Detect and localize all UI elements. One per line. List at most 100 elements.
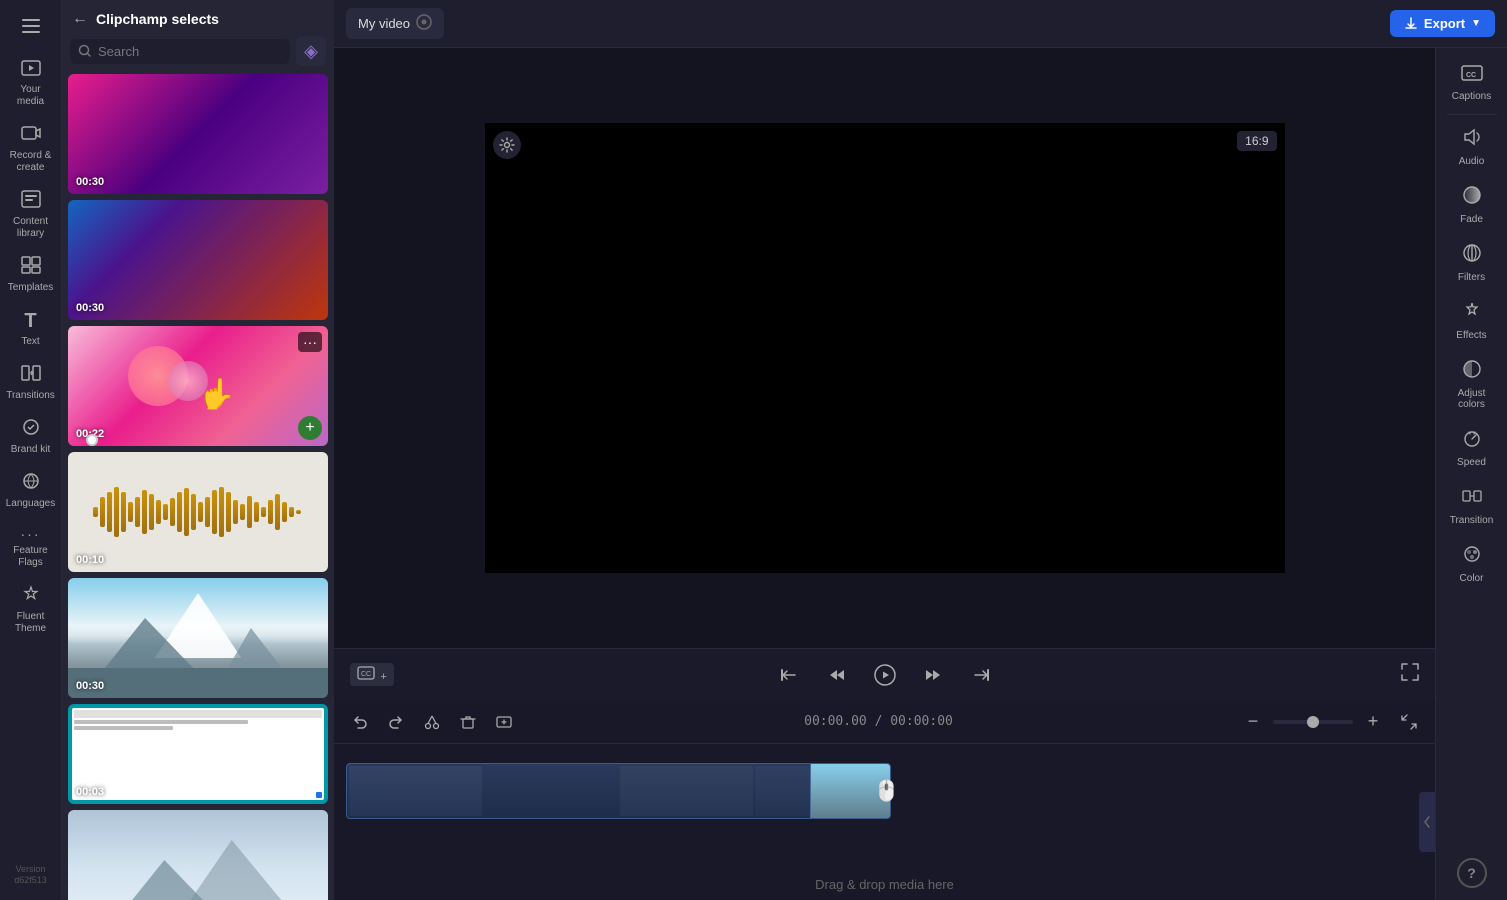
fast-forward-button[interactable]	[917, 659, 949, 691]
media-duration: 00:30	[76, 176, 104, 188]
zoom-out-button[interactable]: −	[1239, 708, 1267, 736]
media-item[interactable]: 00:30	[68, 200, 328, 320]
media-duration: 00:30	[76, 680, 104, 692]
media-item-audio[interactable]: 00:10	[68, 452, 328, 572]
timeline-clip[interactable]	[346, 763, 891, 819]
right-panel-label: Fade	[1460, 214, 1483, 225]
media-duration: 00:30	[76, 302, 104, 314]
sidebar-item-feature-flags[interactable]: ··· FeatureFlags	[2, 520, 60, 575]
media-item[interactable]	[68, 810, 328, 900]
media-item[interactable]: 00:30	[68, 578, 328, 698]
sidebar-item-record-create[interactable]: Record &create	[2, 118, 60, 180]
video-settings-button[interactable]	[493, 131, 521, 159]
media-item[interactable]: 00:03	[68, 704, 328, 804]
settings-icon	[499, 137, 515, 153]
redo-button[interactable]	[382, 708, 410, 736]
export-arrow-icon: ▼	[1471, 18, 1481, 29]
player-controls: CC +	[334, 648, 1435, 700]
right-panel-fade[interactable]: Fade	[1439, 177, 1505, 233]
right-panel-label: Filters	[1458, 272, 1485, 283]
fullscreen-button[interactable]	[1401, 663, 1419, 686]
delete-button[interactable]	[454, 708, 482, 736]
media-grid: 00:30 00:30 ··· 00:22 + 👆	[62, 74, 334, 900]
sidebar-item-label: Text	[21, 336, 39, 348]
sidebar-item-label: Languages	[6, 498, 56, 510]
play-button[interactable]	[869, 659, 901, 691]
right-panel-captions[interactable]: CC Captions	[1439, 56, 1505, 110]
right-panel-effects[interactable]: Effects	[1439, 293, 1505, 349]
zoom-slider[interactable]	[1273, 720, 1353, 724]
right-panel-color[interactable]: Color	[1439, 536, 1505, 592]
main-content: My video Export ▼	[334, 0, 1507, 900]
sidebar-item-brand-kit[interactable]: Brand kit	[2, 412, 60, 462]
aspect-ratio-label: 16:9	[1245, 134, 1268, 148]
media-item-selected[interactable]: ··· 00:22 +	[68, 326, 328, 446]
my-video-tab[interactable]: My video	[346, 8, 444, 39]
sidebar-item-label: Brand kit	[11, 444, 50, 456]
tab-label: My video	[358, 16, 410, 31]
cut-button[interactable]	[418, 708, 446, 736]
sidebar-item-fluent-theme[interactable]: FluentTheme	[2, 579, 60, 641]
search-icon	[78, 44, 92, 58]
zoom-thumb	[1307, 716, 1319, 728]
left-sidebar: Your media Record &create Contentlibrary	[0, 0, 62, 900]
sidebar-item-your-media[interactable]: Your media	[2, 52, 60, 114]
help-button[interactable]: ?	[1457, 858, 1487, 888]
right-panel-filters[interactable]: Filters	[1439, 235, 1505, 291]
skip-forward-button[interactable]	[965, 659, 997, 691]
collapse-timeline-handle[interactable]	[1419, 792, 1435, 852]
media-duration: 00:03	[76, 786, 104, 798]
sidebar-item-content-library[interactable]: Contentlibrary	[2, 184, 60, 246]
captions-icon: CC	[1461, 64, 1483, 87]
hamburger-menu[interactable]	[2, 8, 60, 44]
sidebar-item-label: Contentlibrary	[13, 216, 48, 240]
export-label: Export	[1424, 16, 1465, 31]
timeline-area: 00:00.00 / 00:00:00 − +	[334, 700, 1435, 900]
sidebar-item-text[interactable]: T Text	[2, 304, 60, 354]
back-button[interactable]: ←	[72, 10, 88, 28]
undo-button[interactable]	[346, 708, 374, 736]
zoom-in-button[interactable]: +	[1359, 708, 1387, 736]
svg-text:CC: CC	[361, 671, 371, 678]
right-panel-label: Color	[1460, 573, 1484, 584]
more-options-button[interactable]: ···	[298, 332, 322, 352]
record-create-icon	[21, 124, 41, 147]
color-icon	[1462, 544, 1482, 569]
speed-icon	[1462, 428, 1482, 453]
expand-timeline-button[interactable]	[1395, 708, 1423, 736]
right-panel-speed[interactable]: Speed	[1439, 420, 1505, 476]
tab-settings-icon	[416, 14, 432, 33]
video-preview-area: 16:9	[334, 48, 1435, 648]
effects-icon	[1462, 301, 1482, 326]
text-icon: T	[24, 310, 36, 333]
media-duration: 00:10	[76, 554, 104, 566]
sidebar-item-label: Record &create	[10, 150, 52, 174]
media-panel: ← Clipchamp selects ◈ 00:30 00:30	[62, 0, 334, 900]
add-to-timeline-button[interactable]: +	[298, 416, 322, 440]
templates-icon	[21, 256, 41, 279]
rewind-button[interactable]	[821, 659, 853, 691]
export-button[interactable]: Export ▼	[1390, 10, 1495, 37]
diamond-filter-button[interactable]: ◈	[296, 36, 326, 66]
sidebar-item-languages[interactable]: Languages	[2, 466, 60, 516]
audio-icon	[1462, 127, 1482, 152]
sidebar-item-label: Templates	[8, 282, 54, 294]
right-panel-label: Effects	[1456, 330, 1486, 341]
search-input[interactable]	[98, 44, 282, 59]
captions-button[interactable]: CC +	[350, 663, 394, 686]
skip-back-button[interactable]	[773, 659, 805, 691]
right-panel-adjust-colors[interactable]: Adjustcolors	[1439, 351, 1505, 418]
right-panel-transition[interactable]: Transition	[1439, 478, 1505, 534]
media-item[interactable]: 00:30	[68, 74, 328, 194]
transition-icon	[1462, 486, 1482, 511]
help-icon: ?	[1467, 865, 1476, 881]
sidebar-item-templates[interactable]: Templates	[2, 250, 60, 300]
adjust-colors-icon	[1462, 359, 1482, 384]
export-icon	[1404, 17, 1418, 31]
top-bar: My video Export ▼	[334, 0, 1507, 48]
center-column: 16:9 CC +	[334, 48, 1435, 900]
right-panel-audio[interactable]: Audio	[1439, 119, 1505, 175]
version-label: Versiond62f513	[14, 864, 47, 886]
sidebar-item-transitions[interactable]: Transitions	[2, 358, 60, 408]
add-media-button[interactable]	[490, 708, 518, 736]
